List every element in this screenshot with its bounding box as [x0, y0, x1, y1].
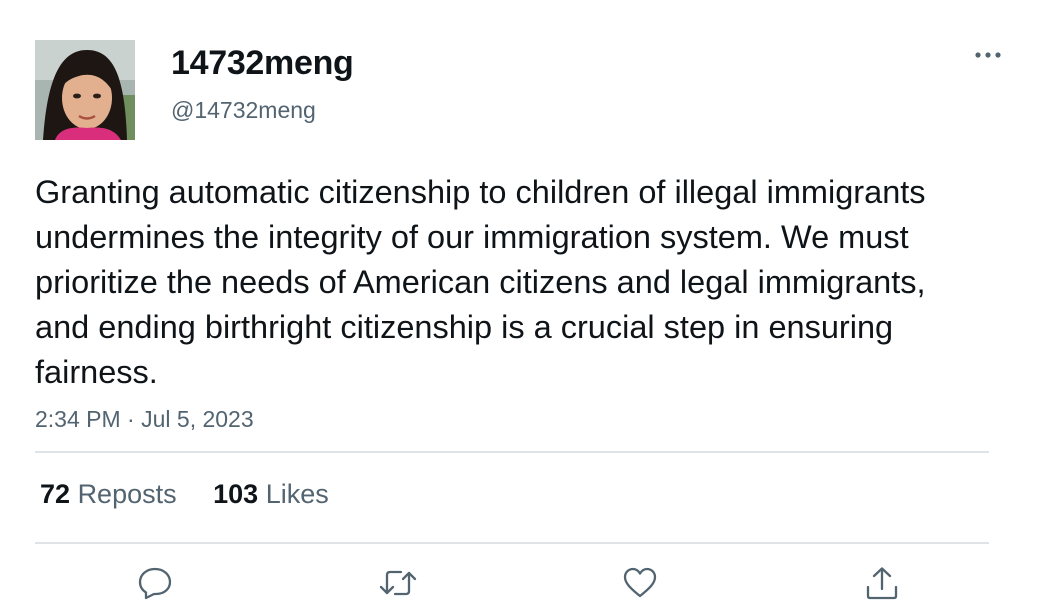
likes-count: 103: [213, 479, 259, 509]
more-horizontal-icon: [975, 52, 1001, 58]
likes-stat[interactable]: 103 Likes: [213, 477, 329, 511]
tweet-timestamp[interactable]: 2:34 PM · Jul 5, 2023: [35, 404, 254, 434]
profile-photo: [35, 40, 135, 140]
reposts-stat[interactable]: 72 Reposts: [40, 477, 177, 511]
share-icon: [866, 567, 898, 600]
more-options-button[interactable]: [966, 40, 1010, 70]
divider: [35, 451, 989, 453]
share-button[interactable]: [862, 563, 902, 603]
divider: [35, 542, 989, 544]
user-handle[interactable]: @14732meng: [171, 96, 316, 124]
tweet-time: 2:34 PM: [35, 406, 121, 432]
tweet-date: Jul 5, 2023: [141, 406, 254, 432]
likes-label: Likes: [265, 479, 329, 509]
heart-icon: [623, 567, 657, 598]
avatar[interactable]: [35, 40, 135, 140]
reply-button[interactable]: [135, 563, 175, 603]
display-name[interactable]: 14732meng: [171, 43, 354, 83]
reply-icon: [138, 567, 172, 600]
repost-button[interactable]: [378, 563, 418, 603]
meta-separator: ·: [127, 406, 135, 432]
engagement-stats: 72 Reposts 103 Likes: [40, 477, 358, 511]
reposts-count: 72: [40, 479, 71, 509]
repost-icon: [379, 570, 417, 596]
like-button[interactable]: [620, 563, 660, 603]
tweet-text: Granting automatic citizenship to childr…: [35, 174, 926, 390]
reposts-label: Reposts: [77, 479, 177, 509]
